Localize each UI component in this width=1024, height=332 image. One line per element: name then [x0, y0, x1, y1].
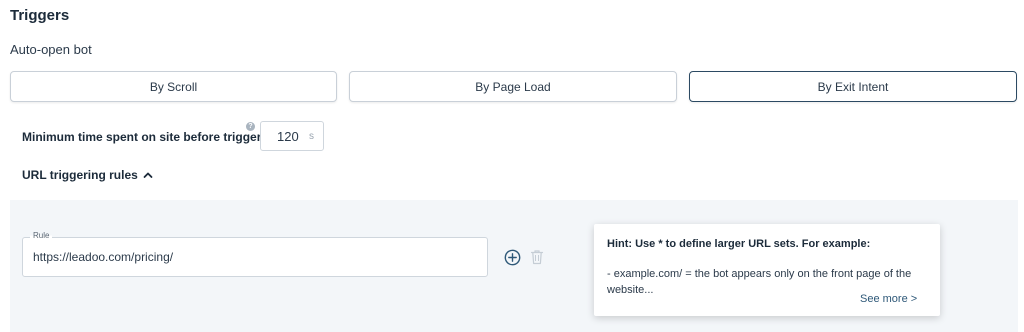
by-page-load-button[interactable]: By Page Load — [349, 71, 677, 102]
url-rules-label: URL triggering rules — [22, 168, 138, 182]
by-exit-intent-button[interactable]: By Exit Intent — [689, 71, 1017, 102]
delete-rule-icon[interactable] — [530, 249, 544, 265]
url-rules-toggle[interactable]: URL triggering rules — [22, 168, 153, 182]
chevron-up-icon — [143, 172, 153, 178]
hint-card: Hint: Use * to define larger URL sets. F… — [594, 224, 940, 316]
rule-input[interactable]: https://leadoo.com/pricing/ — [22, 237, 488, 277]
hint-title: Hint: Use * to define larger URL sets. F… — [607, 238, 871, 250]
section-title: Triggers — [10, 7, 70, 24]
see-more-link[interactable]: See more > — [860, 293, 917, 305]
rule-label: Rule — [30, 231, 53, 240]
rule-value: https://leadoo.com/pricing/ — [33, 250, 174, 264]
min-time-input[interactable]: 120 s — [260, 121, 324, 151]
section-subtitle: Auto-open bot — [10, 42, 92, 57]
min-time-unit: s — [309, 131, 314, 142]
min-time-value: 120 — [277, 129, 299, 144]
by-scroll-button[interactable]: By Scroll — [10, 71, 337, 102]
add-rule-icon[interactable] — [504, 249, 521, 266]
min-time-label: Minimum time spent on site before trigge… — [22, 130, 280, 144]
help-icon[interactable]: ? — [246, 122, 255, 131]
